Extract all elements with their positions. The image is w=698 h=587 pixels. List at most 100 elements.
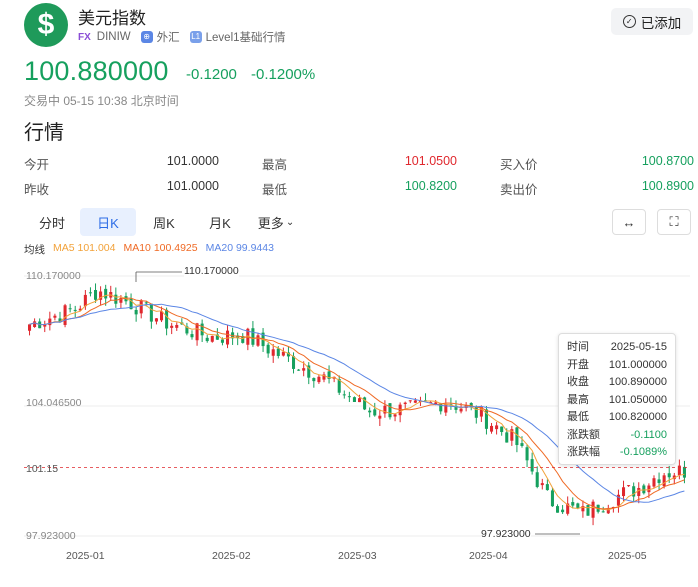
candle-body xyxy=(276,348,280,356)
tooltip-value: 100.820000 xyxy=(608,411,667,423)
candle-body xyxy=(281,351,285,356)
tooltip-key: 收盘 xyxy=(567,376,589,388)
tooltip-key: 最高 xyxy=(567,393,589,406)
candle-body xyxy=(210,335,214,342)
candle-body xyxy=(495,425,499,430)
candle-body xyxy=(535,472,539,487)
tooltip-row: 最低 100.820000 xyxy=(567,409,667,427)
tooltip-value: -0.1089% xyxy=(619,446,667,458)
candle-body xyxy=(647,485,651,493)
trading-status: 交易中 05-15 10:38 北京时间 xyxy=(24,94,179,108)
candle-body xyxy=(358,398,362,403)
tooltip-value: 2025-05-15 xyxy=(610,341,667,353)
price-change-percent: -0.1200% xyxy=(251,66,316,83)
stat-label-ask: 卖出价 xyxy=(500,183,538,197)
candle-body xyxy=(134,309,138,315)
tooltip-key: 开盘 xyxy=(567,358,589,371)
x-tick-feb: 2025-02 xyxy=(212,550,251,562)
candle-body xyxy=(408,400,412,402)
candle-body xyxy=(73,309,77,311)
fx-tag: FX xyxy=(78,31,91,43)
candle-body xyxy=(144,302,148,304)
ma-legend: 均线 MA5 101.004 MA10 100.4925 MA20 99.944… xyxy=(24,242,274,257)
candle-body xyxy=(622,487,626,497)
ma20-value: MA20 99.9443 xyxy=(205,242,274,254)
candle-body xyxy=(63,305,67,325)
stat-value-bid: 100.8700 xyxy=(641,154,694,168)
ma10-value: MA10 100.4925 xyxy=(123,242,198,254)
tab-daily-k[interactable]: 日K xyxy=(80,208,136,236)
candle-body xyxy=(682,466,686,478)
candle-body xyxy=(525,447,529,461)
tooltip-row: 收盘 100.890000 xyxy=(567,374,667,392)
candle-body xyxy=(195,323,199,341)
candle-body xyxy=(586,505,590,516)
stat-value-open: 101.0000 xyxy=(166,154,219,168)
section-title-quote: 行情 xyxy=(24,122,64,144)
candle-body xyxy=(347,396,351,398)
candle-body xyxy=(266,344,270,354)
candle-body xyxy=(271,349,275,356)
forex-category-icon: ⊕ xyxy=(140,31,153,43)
added-watchlist-button[interactable]: ✓ 已添加 xyxy=(611,8,693,35)
candle-body xyxy=(652,478,656,487)
candle-body xyxy=(83,294,87,307)
dollar-logo-icon: $ xyxy=(24,3,68,47)
tooltip-value: 101.050000 xyxy=(608,393,667,406)
price-change: -0.1200 xyxy=(186,66,237,83)
candle-body xyxy=(292,356,296,369)
candle-body xyxy=(591,501,595,518)
x-tick-apr: 2025-04 xyxy=(469,550,508,562)
candle-body xyxy=(200,323,204,336)
fullscreen-button[interactable]: ⛶ xyxy=(657,209,691,235)
candle-body xyxy=(149,303,153,322)
candle-body xyxy=(114,294,118,304)
candle-body xyxy=(256,335,260,346)
candle-body xyxy=(104,288,108,299)
y-tick-min: 97.923000 xyxy=(26,530,76,542)
tooltip-key: 涨跌幅 xyxy=(567,446,600,458)
stat-label-open: 今开 xyxy=(24,158,50,172)
fullscreen-icon: ⛶ xyxy=(669,214,679,229)
candle-body xyxy=(662,475,666,487)
candle-body xyxy=(667,473,671,478)
candle-body xyxy=(33,321,37,328)
candle-body xyxy=(403,402,407,405)
candle-body xyxy=(175,324,179,328)
tab-monthly-k[interactable]: 月K xyxy=(192,208,248,236)
candle-body xyxy=(550,490,554,507)
ma-label: 均线 xyxy=(24,244,45,256)
candle-body xyxy=(393,414,397,417)
tab-intraday[interactable]: 分时 xyxy=(24,208,80,236)
candle-body xyxy=(540,483,544,486)
candle-body xyxy=(677,465,681,476)
tab-weekly-k[interactable]: 周K xyxy=(136,208,192,236)
candle-body xyxy=(317,376,321,383)
tooltip-row: 开盘 101.000000 xyxy=(567,357,667,375)
tab-more-label: 更多 xyxy=(257,215,284,231)
stat-label-bid: 买入价 xyxy=(500,158,538,172)
data-level: Level1基础行情 xyxy=(205,32,286,44)
stat-value-ask: 100.8900 xyxy=(641,179,694,193)
candle-body xyxy=(505,432,509,443)
stat-value-low: 100.8200 xyxy=(404,179,457,193)
candle-body xyxy=(170,325,174,328)
tooltip-key: 涨跌额 xyxy=(567,428,600,441)
candle-body xyxy=(251,328,255,345)
candle-body xyxy=(312,378,316,382)
candle-body xyxy=(342,394,346,396)
stat-label-prev-close: 昨收 xyxy=(24,183,50,197)
stat-label-high: 最高 xyxy=(262,158,288,172)
tab-more[interactable]: 更多 ⌄ xyxy=(248,208,304,236)
candle-body xyxy=(601,511,605,513)
instrument-category: 外汇 xyxy=(156,32,180,44)
min-annotation: 97.923000 xyxy=(481,528,531,540)
candle-body xyxy=(154,318,158,322)
added-label: 已添加 xyxy=(640,15,682,31)
candle-body xyxy=(220,339,224,343)
candle-body xyxy=(657,479,661,483)
candle-body xyxy=(627,485,631,487)
tooltip-value: 100.890000 xyxy=(608,376,667,388)
range-select-button[interactable]: ↔ xyxy=(612,209,646,235)
stat-label-low: 最低 xyxy=(262,183,288,197)
